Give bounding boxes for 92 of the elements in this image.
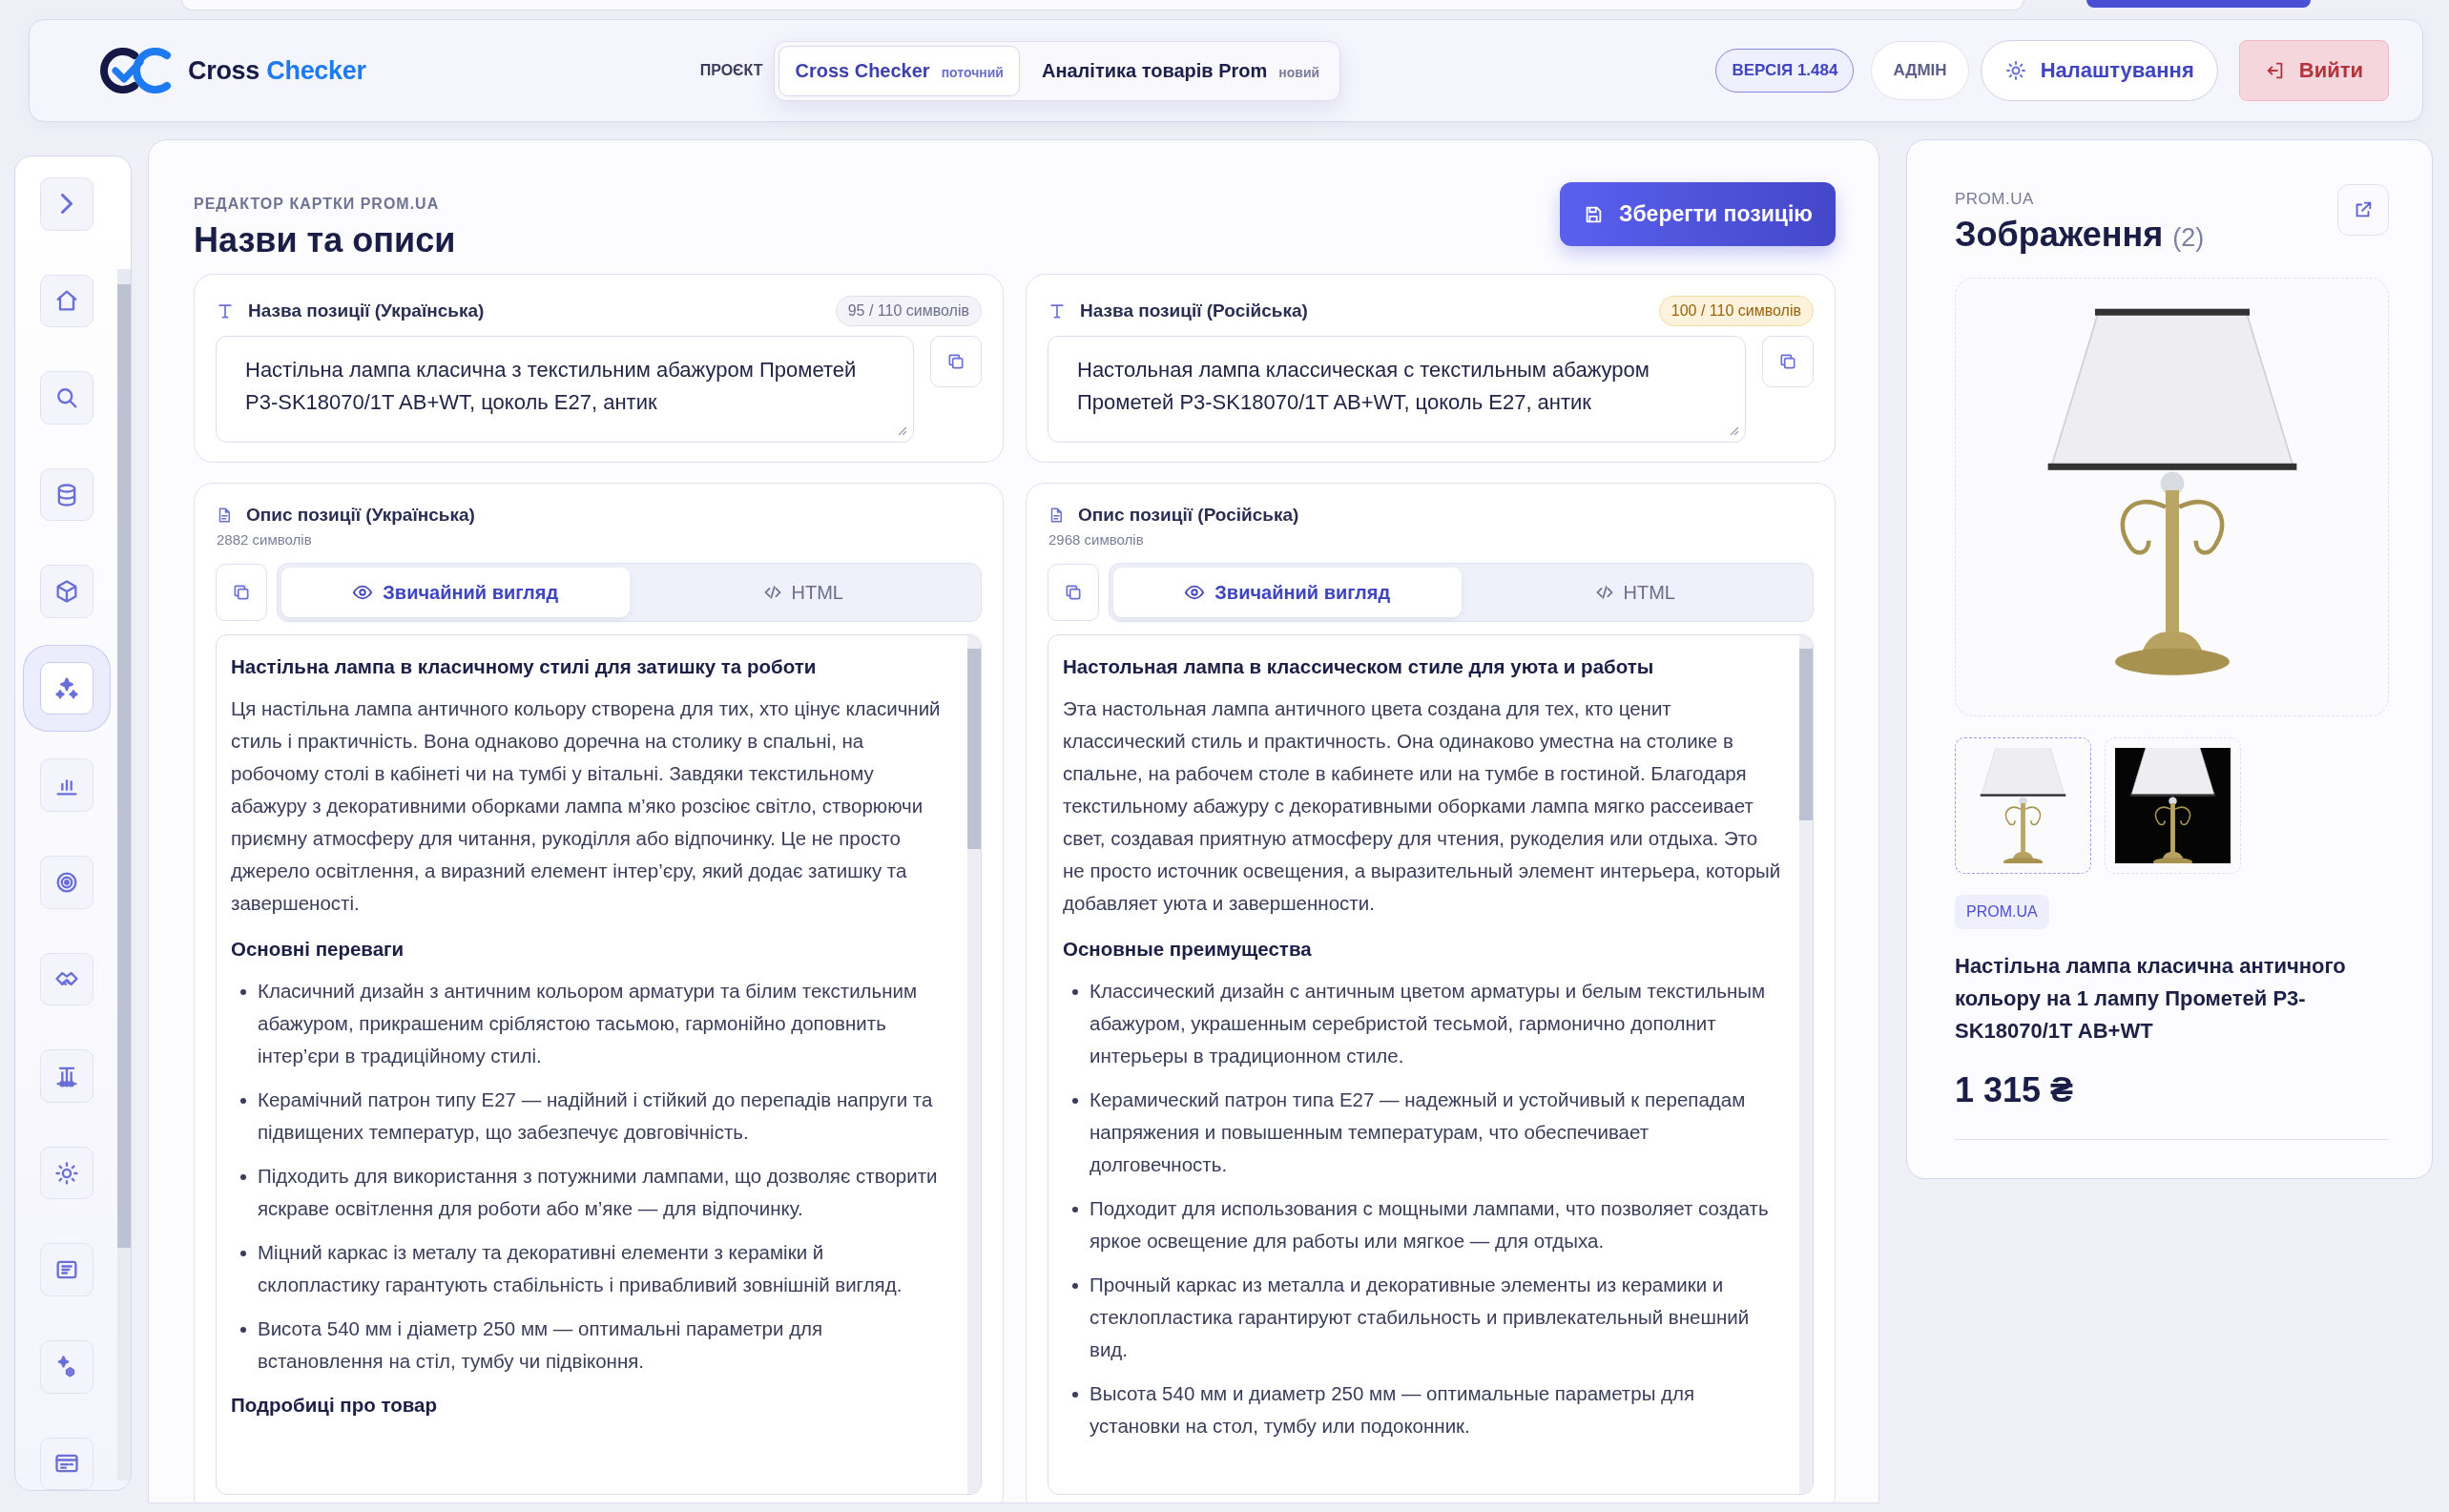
sidebar-item[interactable] [39, 1049, 93, 1103]
project-label: ПРОЄКТ [699, 62, 763, 79]
description-heading: Подробиці про товар [231, 1393, 438, 1418]
list-item: Высота 540 мм и диаметр 250 мм — оптимальные параметры для установки на стол, тумбу или подоконник. [1090, 1381, 1696, 1439]
sidebar-item[interactable] [39, 1437, 93, 1490]
project-tab[interactable]: Cross Checker поточний [778, 45, 1020, 96]
list-item: Прочный каркас из металла и декоративные элементы из керамики и стеклопластика гарантируют стабильность и привлекательный внешний вид. [1090, 1273, 1751, 1362]
character-counter: 100 / 110 символів [1658, 296, 1814, 326]
save-button[interactable]: Зберегти позицію [1560, 182, 1836, 246]
field-label: Назва позиції (Російська) [1080, 300, 1308, 321]
list-item: Міцний каркас із металу та декоративні елементи з кераміки й склопластику гарантують стабільність і привабливий зовнішній вигляд. [258, 1240, 903, 1297]
scrollbar[interactable] [1799, 635, 1813, 1494]
logo-text: Cross Checker [188, 55, 366, 86]
copy-button[interactable] [1762, 336, 1814, 387]
bullet-icon [1072, 1207, 1078, 1212]
bullet-icon [240, 1251, 246, 1256]
bullet-icon [1072, 1392, 1078, 1398]
sidebar-item[interactable] [39, 758, 93, 813]
copy-icon [1778, 352, 1797, 371]
product-price: 1 315 ₴ [1955, 1070, 2389, 1140]
sidebar-item[interactable] [39, 856, 93, 909]
description-heading: Основні переваги [231, 937, 405, 962]
sidebar-item[interactable] [39, 274, 93, 328]
copy-button[interactable] [216, 564, 267, 621]
name-input-field[interactable]: Настільна лампа класична з текстильним абажуром Прометей P3-SK18070/1T AB+WT, цоколь E27, антик [216, 336, 914, 443]
name-input-field[interactable]: Настольная лампа классическая с текстильным абажуром Прометей P3-SK18070/1T AB+WT, цоколь E27, антик [1048, 336, 1746, 443]
source-eyebrow: PROM.UA [1955, 190, 2035, 209]
view-tab[interactable]: HTML [629, 568, 977, 617]
copy-icon [1064, 583, 1083, 602]
sidebar-item[interactable] [39, 1339, 93, 1394]
bullet-icon [1072, 1098, 1078, 1104]
role-badge: АДМІН [1871, 41, 1969, 100]
description-paragraph: Ця настільна лампа античного кольору створена для тих, хто цінує класичний стиль і практичність. Вона однаково доречна на столику в спальні, на робочому столі в кабінеті чи на тумбі у вітальні. Завдяки текстильному абажуру з декоративними оборками лампа м’яко розсіює світло, створюючи приємну атмосферу для читання, рукоділля або відпочинку. Це не просто джерело освітлення, а виразний елемент інтер’єру, який додає затишку та завершеності. [231, 696, 942, 916]
code-icon [762, 583, 782, 602]
text-icon [1048, 301, 1067, 321]
source-tag: PROM.UA [1955, 895, 2049, 929]
description-paragraph: Эта настольная лампа античного цвета создана для тех, кто ценит классический стиль и практичность. Она одинаково уместна на столике в спальне, на рабочем столе в кабинете или на тумбе в гостиной. Благодаря текстильному абажуру с декоративными оборками лампа мягко рассеивает свет, создавая приятную атмосферу для чтения, рукоделия или отдыха. Это не просто источник освещения, а выразительный элемент интерьера, который добавляет уюта и завершенности. [1063, 696, 1782, 916]
view-tab[interactable]: HTML [1461, 568, 1809, 617]
product-title: Настільна лампа класична античного кольору на 1 лампу Прометей P3-SK18070/1T AB+WT [1955, 953, 2347, 1045]
sidebar-item[interactable] [39, 1146, 93, 1200]
settings-button[interactable]: Налаштування [1980, 40, 2218, 101]
list-item: Подходит для использования с мощными лампами, что позволяет создать яркое освещение для работы или мягкое — для отдыха. [1090, 1196, 1770, 1253]
sidebar-item[interactable] [39, 1243, 93, 1296]
version-badge: ВЕРСІЯ 1.484 [1715, 49, 1855, 93]
view-tab[interactable]: Звичайний вигляд [1113, 568, 1462, 617]
description-heading: Настільна лампа в класичному стилі для затишку та роботи [231, 654, 818, 679]
resize-grip-icon [1728, 425, 1739, 436]
expand-icon [60, 194, 73, 215]
copy-icon [946, 352, 965, 371]
section-title: Назви та описи [194, 220, 456, 260]
logout-button[interactable]: Вийти [2238, 40, 2389, 101]
description-heading: Настольная лампа в классическом стиле для уюта и работы [1063, 654, 1655, 679]
character-count: 2968 символів [1048, 531, 1145, 548]
list-item: Підходить для використання з потужними лампами, що дозволяє створити яскраве освітлення для роботи або м’яке — для відпочинку. [258, 1164, 939, 1221]
bullet-icon [240, 1174, 246, 1180]
code-icon [1594, 583, 1614, 602]
bullet-icon [240, 1098, 246, 1104]
copy-icon [232, 583, 251, 602]
images-title: Зображення (2) [1955, 215, 2205, 255]
sun-icon [52, 1159, 80, 1187]
sidebar-item[interactable] [39, 952, 93, 1006]
sidebar-item[interactable] [39, 371, 93, 425]
project-tab[interactable]: Аналітика товарів Prom новий [1025, 45, 1337, 96]
copy-button[interactable] [930, 336, 982, 387]
open-external-button[interactable] [2337, 184, 2389, 236]
list-item: Классический дизайн с античным цветом арматуры и белым текстильным абажуром, украшенным серебристой тесьмой, гармонично дополнит интерьеры в традиционном стиле. [1090, 979, 1767, 1068]
text-icon [216, 301, 235, 321]
bullet-icon [1072, 1283, 1078, 1289]
sidebar-item[interactable] [39, 177, 93, 231]
field-label: Назва позиції (Українська) [248, 300, 485, 321]
scrollbar[interactable] [967, 635, 981, 1494]
bullet-icon [240, 989, 246, 995]
view-tab[interactable]: Звичайний вигляд [281, 568, 630, 617]
bullet-icon [1072, 989, 1078, 995]
description-heading: Основные преимущества [1063, 937, 1313, 962]
field-label: Опис позиції (Українська) [246, 505, 475, 526]
scrollbar[interactable] [117, 269, 131, 1481]
character-count: 2882 символів [217, 531, 313, 548]
list-item: Висота 540 мм і діаметр 250 мм — оптимальні параметри для встановлення на стіл, тумбу чи підвіконня. [258, 1316, 824, 1374]
sidebar-item[interactable] [39, 467, 93, 522]
image-thumbnail[interactable] [1955, 737, 2091, 874]
list-item: Керамический патрон типа E27 — надежный и устойчивый к перепадам напряжения и повышенным температурам, что обеспечивает долговечность. [1090, 1087, 1747, 1177]
settings-icon [2003, 59, 2027, 82]
list-item: Керамічний патрон типу E27 — надійний і стійкий до перепадів напруги та підвищених температур, що забезпечує довговічність. [258, 1087, 934, 1145]
bullet-icon [240, 1327, 246, 1333]
character-counter: 95 / 110 символів [835, 296, 982, 326]
copy-button[interactable] [1048, 564, 1099, 621]
list-item: Класичний дизайн з античним кольором арматури та білим текстильним абажуром, прикрашеним сріблястою тасьмою, гармонійно доповнить інтер’єри в традиційному стилі. [258, 979, 919, 1068]
field-label: Опис позиції (Російська) [1078, 505, 1299, 526]
section-eyebrow: РЕДАКТОР КАРТКИ PROM.UA [194, 196, 441, 213]
resize-grip-icon [896, 425, 907, 436]
sidebar-item[interactable] [39, 565, 93, 618]
